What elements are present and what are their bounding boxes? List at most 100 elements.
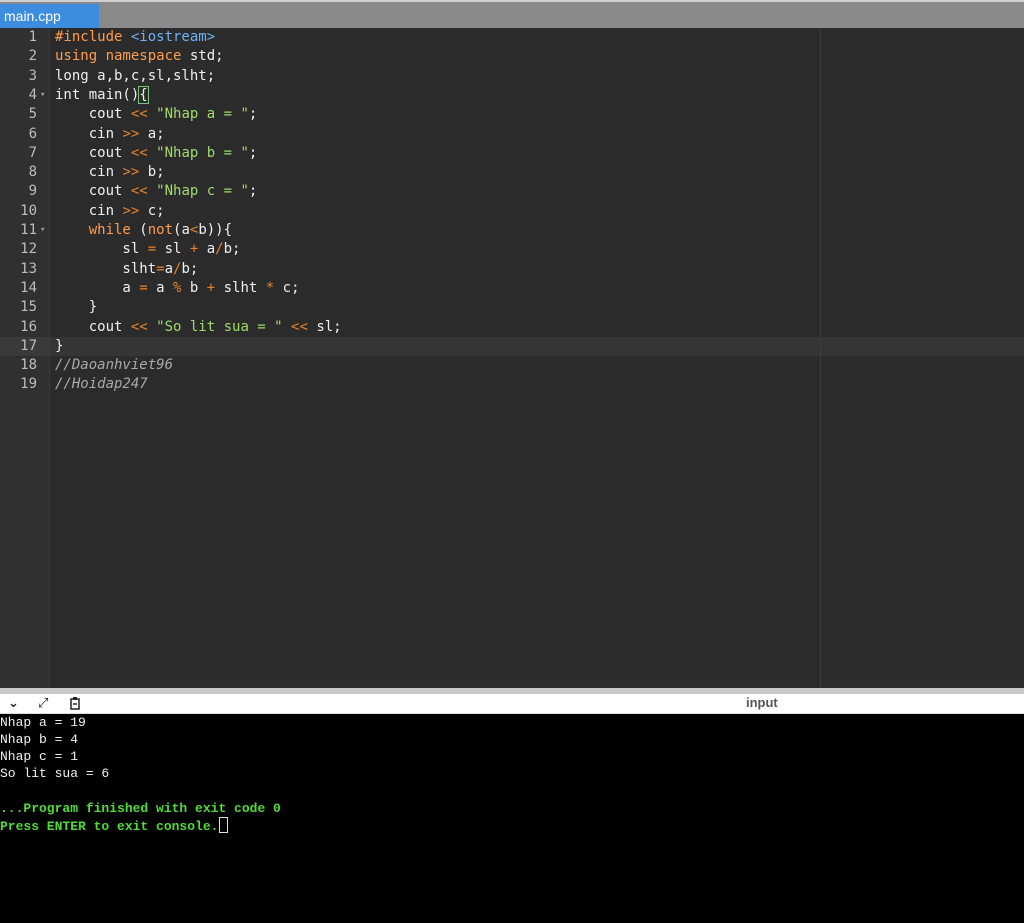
string-literal: "Nhap b = " [156, 144, 249, 161]
tab-main-cpp[interactable]: main.cpp [0, 4, 99, 30]
operator: << [130, 318, 148, 335]
code-text: ( [130, 222, 148, 238]
operator: << [130, 144, 148, 161]
code-line: cout << "Nhap c = "; [55, 182, 258, 201]
operator: = [156, 260, 165, 277]
line-number: 2 [28, 48, 37, 65]
code-line: cin >> b; [55, 163, 165, 182]
code-text: slht [55, 260, 157, 277]
line-number: 15 [20, 299, 37, 316]
include-header: <iostream> [130, 29, 216, 45]
console-line: Nhap b = 4 [0, 732, 79, 747]
code-text: c; [274, 279, 300, 296]
code-line: cout << "So lit sua = " << sl; [55, 318, 342, 337]
code-line: cout << "Nhap b = "; [55, 144, 258, 163]
code-text: sl [156, 241, 190, 258]
line-number: 10 [20, 202, 37, 219]
line-number: 9 [28, 183, 37, 200]
line-number: 18 [20, 357, 37, 374]
code-text: a [164, 260, 174, 277]
keyword: using namespace [55, 48, 182, 65]
code-text: b; [181, 260, 199, 277]
line-number: 6 [28, 125, 37, 142]
code-text: cin [55, 164, 123, 181]
code-text: int main() [55, 86, 140, 103]
line-number: 11 [20, 222, 37, 238]
line-number: 4 [28, 86, 37, 103]
line-number: 8 [28, 164, 37, 181]
code-text: cin [55, 202, 123, 219]
line-number: 1 [28, 29, 37, 45]
line-number: 12 [20, 241, 37, 258]
console-line: So lit sua = 6 [0, 766, 110, 781]
code-text: } [55, 337, 64, 354]
code-text: a [55, 279, 140, 296]
operator: << [130, 106, 148, 123]
code-line: //Hoidap247 [55, 375, 148, 394]
tab-bar: main.cpp [0, 0, 1024, 30]
preprocessor: #include [55, 29, 131, 45]
console-cursor [219, 817, 229, 833]
operator: << [291, 318, 308, 335]
line-number: 14 [20, 279, 37, 296]
code-line: } [55, 298, 97, 317]
code-editor[interactable]: 1 2 3 4 ▾ 5 6 7 8 9 10 11 ▾ 12 13 14 15 … [0, 28, 1024, 688]
code-text: ; [248, 183, 258, 200]
matched-bracket: { [138, 85, 149, 104]
operator: >> [122, 202, 140, 219]
input-tab-label[interactable]: input [746, 695, 778, 710]
operator: + [206, 279, 216, 296]
comment: //Daoanhviet96 [55, 357, 174, 374]
code-line: while (not(a<b)){ [55, 221, 232, 240]
code-line: cin >> a; [55, 125, 165, 144]
code-area[interactable] [50, 28, 1024, 688]
code-line: int main(){ [55, 85, 149, 105]
code-text: ; [248, 106, 258, 123]
code-line: cout << "Nhap a = "; [55, 105, 258, 124]
fold-toggle-icon[interactable]: ▾ [40, 221, 45, 240]
code-text: a [198, 241, 216, 258]
code-text: cout [55, 144, 131, 161]
active-line-highlight [50, 337, 1024, 356]
operator: * [265, 279, 275, 296]
expand-arrows-icon[interactable]: ⤢ [38, 696, 48, 712]
operator: / [215, 241, 224, 258]
code-text: cout [55, 183, 131, 200]
string-literal: "So lit sua = " [156, 318, 283, 335]
fold-toggle-icon[interactable]: ▾ [40, 86, 45, 105]
code-line: cin >> c; [55, 202, 165, 221]
operator: << [130, 183, 148, 200]
code-text: b; [139, 164, 165, 181]
code-text: c; [139, 202, 165, 219]
console-prompt-text: Press ENTER to exit console. [0, 819, 219, 834]
line-number: 13 [20, 260, 37, 277]
code-text: a [147, 279, 174, 296]
line-number: 3 [28, 67, 37, 84]
line-number: 17 [20, 337, 37, 354]
clipboard-icon[interactable] [68, 696, 82, 715]
code-line: long a,b,c,sl,slht; [55, 67, 215, 86]
code-line: slht=a/b; [55, 260, 198, 279]
console-line: ...Program finished with exit code 0 [0, 801, 281, 816]
print-margin [820, 28, 821, 688]
operator: >> [122, 125, 140, 142]
line-number: 5 [28, 106, 37, 123]
code-text: sl; [307, 318, 342, 335]
comment: //Hoidap247 [55, 376, 148, 393]
code-text: sl [55, 241, 148, 258]
keyword: while [88, 222, 131, 238]
code-text: ; [248, 144, 258, 161]
console-output[interactable]: Nhap a = 19 Nhap b = 4 Nhap c = 1 So lit… [0, 714, 1024, 923]
operator: = [139, 279, 148, 296]
code-text: slht [215, 279, 266, 296]
code-text: cout [55, 318, 131, 335]
code-line: } [55, 337, 63, 356]
code-text: b; [223, 241, 241, 258]
chevron-down-icon[interactable]: ⌄ [8, 696, 19, 712]
code-text: a; [139, 125, 165, 142]
console-header: ⌄ ⤢ input [0, 694, 1024, 714]
